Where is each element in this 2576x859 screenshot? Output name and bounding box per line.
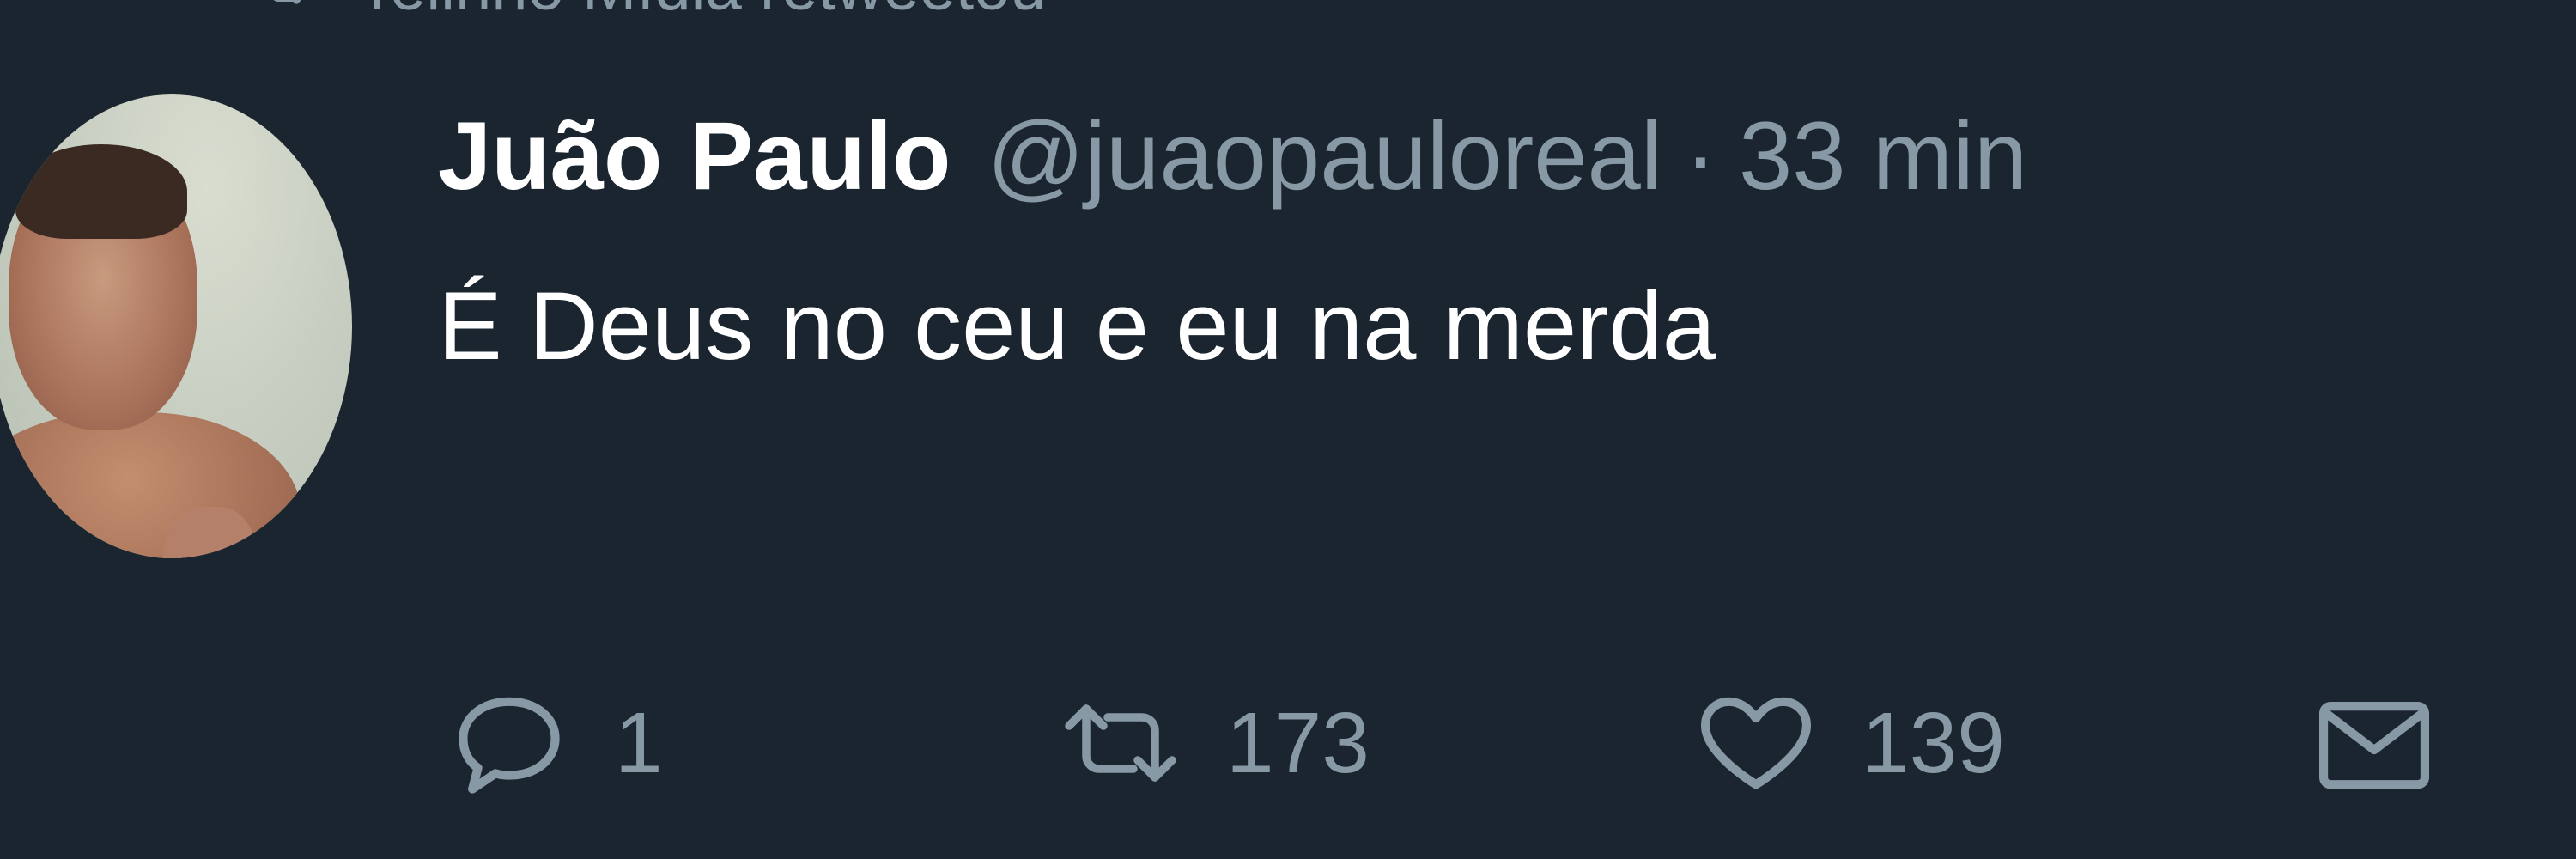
direct-message-button[interactable] (2310, 687, 2439, 799)
author-name[interactable]: Juão Paulo (438, 96, 951, 216)
tweet-actions: 1 173 139 (0, 687, 2576, 799)
retweet-context-icon (274, 0, 301, 4)
retweet-count: 173 (1226, 694, 1370, 791)
retweet-icon (1065, 704, 1176, 782)
retweet-context-label: Telinho Mídia retweetou (357, 0, 1047, 25)
tweet-header: Juão Paulo @juaopauloreal · 33 min (438, 96, 2027, 216)
retweet-button[interactable]: 173 (1056, 687, 1370, 799)
reply-count: 1 (615, 694, 663, 791)
author-handle[interactable]: @juaopauloreal (987, 96, 1662, 216)
like-button[interactable]: 139 (1692, 687, 2005, 799)
header-separator: · (1684, 102, 1717, 210)
tweet-timestamp[interactable]: 33 min (1739, 96, 2027, 216)
avatar-hair (15, 144, 187, 239)
avatar[interactable] (0, 94, 352, 558)
like-count: 139 (1862, 694, 2005, 791)
avatar-body (0, 412, 301, 558)
retweet-context: Telinho Mídia retweetou (258, 0, 1047, 25)
envelope-icon (2318, 702, 2430, 789)
reply-icon (459, 697, 560, 794)
heart-icon (1700, 697, 1812, 789)
tweet-text: É Deus no ceu e eu na merda (438, 272, 1716, 380)
reply-button[interactable]: 1 (445, 687, 663, 799)
